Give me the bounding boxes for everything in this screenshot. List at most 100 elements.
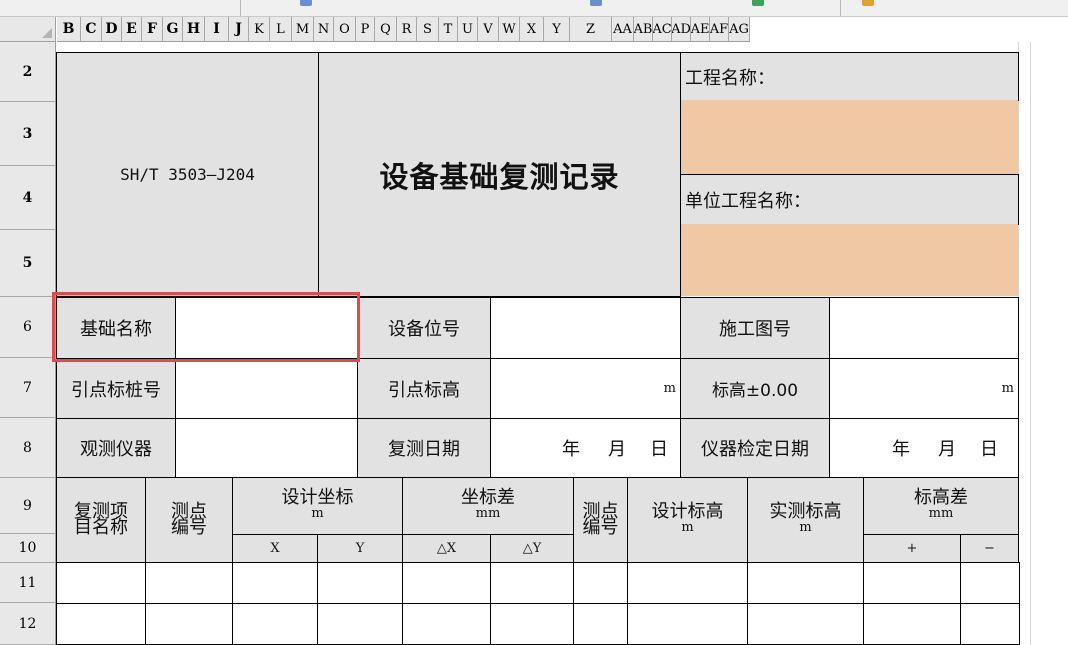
toolbar-button[interactable] <box>862 0 877 11</box>
row-header[interactable]: 5 <box>0 230 56 297</box>
unit-project-label-cell[interactable]: 单位工程名称： <box>680 174 1019 225</box>
column-header[interactable]: AE <box>691 17 710 42</box>
data-cell[interactable] <box>145 603 233 645</box>
column-header[interactable]: G <box>163 17 183 42</box>
data-cell[interactable] <box>490 562 574 604</box>
ref-elevation-input[interactable]: m <box>490 358 681 419</box>
row-header[interactable]: 2 <box>0 42 56 102</box>
data-cell[interactable] <box>490 603 574 645</box>
data-cell[interactable] <box>56 562 146 604</box>
data-cell[interactable] <box>960 562 1020 604</box>
column-header[interactable]: W <box>499 17 520 42</box>
column-header[interactable]: E <box>122 17 142 42</box>
row-header[interactable]: 12 <box>0 603 56 645</box>
retest-date-label-cell[interactable]: 复测日期 <box>357 418 491 478</box>
data-cell[interactable] <box>56 603 146 645</box>
data-cell[interactable] <box>960 603 1020 645</box>
column-header[interactable]: J <box>229 17 249 42</box>
data-cell[interactable] <box>573 562 628 604</box>
equipment-no-label-cell[interactable]: 设备位号 <box>357 297 491 359</box>
minus-header[interactable]: − <box>960 534 1019 563</box>
project-name-label-cell[interactable]: 工程名称： <box>680 52 1019 101</box>
column-header[interactable]: AB <box>634 17 653 42</box>
data-cell[interactable] <box>627 562 748 604</box>
column-header[interactable]: AC <box>653 17 672 42</box>
item-name-header[interactable]: 复测项 目名称 <box>56 477 146 563</box>
instrument-input[interactable] <box>175 418 358 478</box>
column-header[interactable]: I <box>205 17 229 42</box>
column-header[interactable]: L <box>270 17 292 42</box>
column-header[interactable]: H <box>183 17 205 42</box>
row-header[interactable]: 4 <box>0 166 56 230</box>
form-title-cell[interactable]: 设备基础复测记录 <box>318 52 681 297</box>
column-header[interactable]: Z <box>570 17 612 42</box>
data-cell[interactable] <box>232 603 318 645</box>
column-header[interactable]: R <box>397 17 417 42</box>
point-no-header[interactable]: 测点 编号 <box>145 477 233 563</box>
data-cell[interactable] <box>402 603 491 645</box>
actual-elev-header[interactable]: 实测标高 m <box>747 477 864 563</box>
column-header[interactable]: F <box>142 17 163 42</box>
dy-header[interactable]: △Y <box>490 534 574 563</box>
form-code-cell[interactable]: SH/T 3503—J204 <box>56 52 319 297</box>
elevation-zero-input[interactable]: m <box>829 358 1019 419</box>
unit-project-input[interactable] <box>681 224 1018 296</box>
column-header[interactable]: M <box>292 17 314 42</box>
column-header[interactable]: AD <box>672 17 691 42</box>
data-cell[interactable] <box>232 562 318 604</box>
data-cell[interactable] <box>863 562 961 604</box>
equipment-no-input[interactable] <box>490 297 681 359</box>
project-name-input[interactable] <box>681 100 1018 174</box>
instrument-label-cell[interactable]: 观测仪器 <box>56 418 176 478</box>
foundation-name-label-cell[interactable]: 基础名称 <box>56 297 176 359</box>
retest-date-input[interactable]: 年 月 日 <box>490 418 681 478</box>
column-header[interactable]: AA <box>612 17 634 42</box>
foundation-name-input[interactable] <box>175 297 358 359</box>
data-cell[interactable] <box>145 562 233 604</box>
drawing-no-label-cell[interactable]: 施工图号 <box>680 297 830 359</box>
column-header[interactable]: D <box>102 17 122 42</box>
row-header[interactable]: 10 <box>0 534 56 563</box>
column-header[interactable]: C <box>81 17 102 42</box>
ref-pile-input[interactable] <box>175 358 358 419</box>
data-cell[interactable] <box>627 603 748 645</box>
row-header[interactable]: 7 <box>0 358 56 418</box>
data-cell[interactable] <box>573 603 628 645</box>
coord-diff-header[interactable]: 坐标差 mm <box>402 477 574 535</box>
data-cell[interactable] <box>402 562 491 604</box>
dx-header[interactable]: △X <box>402 534 491 563</box>
calib-date-input[interactable]: 年 月 日 <box>829 418 1019 478</box>
row-header[interactable]: 8 <box>0 418 56 478</box>
row-header[interactable]: 9 <box>0 478 56 534</box>
point-no2-header[interactable]: 测点 编号 <box>573 477 628 563</box>
toolbar-button[interactable] <box>752 0 767 11</box>
ref-elevation-label-cell[interactable]: 引点标高 <box>357 358 491 419</box>
column-header[interactable]: Q <box>375 17 397 42</box>
column-header[interactable]: K <box>249 17 270 42</box>
column-header[interactable]: T <box>439 17 458 42</box>
calib-date-label-cell[interactable]: 仪器检定日期 <box>680 418 830 478</box>
data-cell[interactable] <box>317 562 403 604</box>
column-header[interactable]: B <box>57 17 81 42</box>
column-header[interactable]: N <box>314 17 334 42</box>
design-coord-header[interactable]: 设计坐标 m <box>232 477 403 535</box>
elev-diff-header[interactable]: 标高差 mm <box>863 477 1019 535</box>
row-header[interactable]: 3 <box>0 102 56 166</box>
toolbar-button[interactable] <box>300 0 315 11</box>
data-cell[interactable] <box>317 603 403 645</box>
drawing-no-input[interactable] <box>829 297 1019 359</box>
x-header[interactable]: X <box>232 534 318 563</box>
column-header[interactable]: O <box>334 17 356 42</box>
row-header[interactable]: 6 <box>0 297 56 358</box>
column-header[interactable]: S <box>417 17 439 42</box>
design-elev-header[interactable]: 设计标高 m <box>627 477 748 563</box>
column-header[interactable]: X <box>520 17 544 42</box>
column-header[interactable]: AF <box>710 17 729 42</box>
column-header[interactable]: P <box>356 17 375 42</box>
data-cell[interactable] <box>863 603 961 645</box>
data-cell[interactable] <box>747 603 864 645</box>
toolbar-button[interactable] <box>590 0 605 11</box>
ref-pile-label-cell[interactable]: 引点标桩号 <box>56 358 176 419</box>
plus-header[interactable]: + <box>863 534 961 563</box>
column-header[interactable]: V <box>478 17 499 42</box>
